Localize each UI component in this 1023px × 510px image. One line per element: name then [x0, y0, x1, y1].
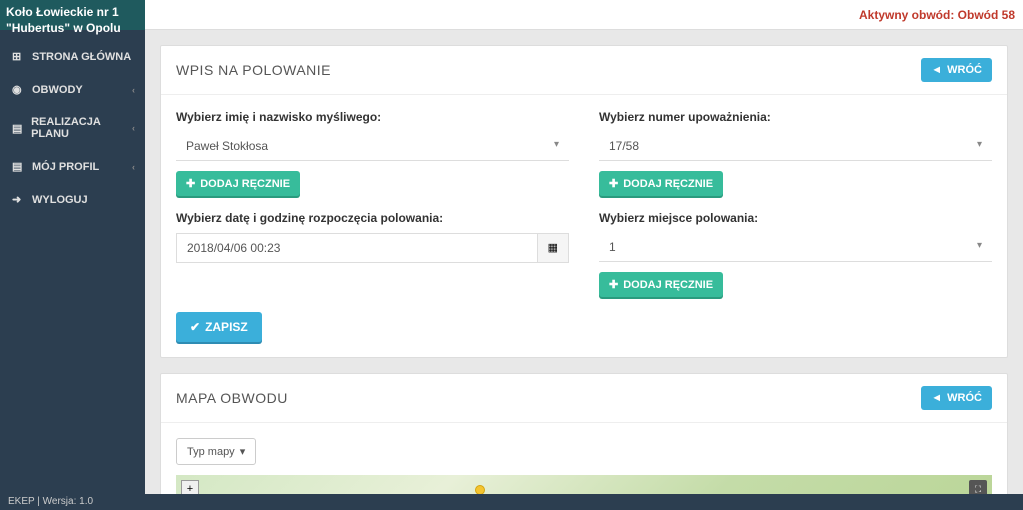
form-col-hunter: Wybierz imię i nazwisko myśliwego: Paweł… [176, 110, 569, 196]
globe-icon: ◉ [12, 83, 24, 96]
hunter-select-wrapper: Paweł Stokłosa [176, 132, 569, 161]
date-input[interactable] [176, 233, 537, 263]
footer-text: EKEP | Wersja: 1.0 [8, 496, 93, 507]
panel-header: WPIS NA POLOWANIE ◄ WRÓĆ [161, 46, 1007, 95]
logout-icon: ➜ [12, 193, 24, 206]
map-type-button[interactable]: Typ mapy ▾ [176, 438, 256, 465]
plus-icon: ✚ [609, 278, 618, 291]
file-icon: ▤ [12, 122, 23, 135]
form-col-place: Wybierz miejsce polowania: 1 ✚ DODAJ RĘC… [599, 211, 992, 297]
calendar-icon: ▦ [548, 242, 558, 254]
add-place-button[interactable]: ✚ DODAJ RĘCZNIE [599, 272, 723, 297]
panel-wpis: WPIS NA POLOWANIE ◄ WRÓĆ Wybierz imię i … [160, 45, 1008, 358]
sidebar-item-profil[interactable]: ▤ MÓJ PROFIL ‹ [0, 150, 145, 183]
file-icon: ▤ [12, 160, 24, 173]
chevron-left-icon: ‹ [132, 123, 135, 133]
sidebar: Koło Łowieckie nr 1 "Hubertus" w Opolu ⊞… [0, 0, 145, 494]
form-row: Wybierz datę i godzinę rozpoczęcia polow… [176, 211, 992, 297]
zoom-in-button[interactable]: + [181, 480, 199, 494]
back-button[interactable]: ◄ WRÓĆ [921, 58, 992, 82]
calendar-button[interactable]: ▦ [537, 233, 569, 263]
sidebar-item-label: MÓJ PROFIL [32, 161, 99, 173]
form-row: Wybierz imię i nazwisko myśliwego: Paweł… [176, 110, 992, 196]
main-content: WPIS NA POLOWANIE ◄ WRÓĆ Wybierz imię i … [145, 30, 1023, 494]
map-zoom-controls: + − [181, 480, 199, 494]
active-district-status: Aktywny obwód: Obwód 58 [859, 8, 1015, 22]
sidebar-item-wyloguj[interactable]: ➜ WYLOGUJ [0, 183, 145, 216]
sidebar-item-label: STRONA GŁÓWNA [32, 51, 131, 63]
auth-label: Wybierz numer upoważnienia: [599, 110, 992, 124]
auth-select[interactable]: 17/58 [599, 132, 992, 161]
date-label: Wybierz datę i godzinę rozpoczęcia polow… [176, 211, 569, 225]
add-label: DODAJ RĘCZNIE [623, 178, 713, 190]
panel-body: Wybierz imię i nazwisko myśliwego: Paweł… [161, 95, 1007, 357]
add-auth-button[interactable]: ✚ DODAJ RĘCZNIE [599, 171, 723, 196]
panel-title: MAPA OBWODU [176, 390, 288, 406]
sidebar-item-label: REALIZACJA PLANU [31, 116, 133, 140]
back-label: WRÓĆ [947, 64, 982, 76]
place-select-wrapper: 1 [599, 233, 992, 262]
sidebar-item-label: OBWODY [32, 84, 83, 96]
auth-select-wrapper: 17/58 [599, 132, 992, 161]
chevron-left-icon: ‹ [132, 162, 135, 172]
footer: EKEP | Wersja: 1.0 [0, 494, 1023, 510]
sidebar-item-home[interactable]: ⊞ STRONA GŁÓWNA [0, 40, 145, 73]
topbar: Aktywny obwód: Obwód 58 [145, 0, 1023, 30]
hunter-select[interactable]: Paweł Stokłosa [176, 132, 569, 161]
header-line1: Koło Łowieckie nr 1 [6, 5, 139, 21]
panel-map: MAPA OBWODU ◄ WRÓĆ Typ mapy ▾ + − ⛶ [160, 373, 1008, 494]
panel-header: MAPA OBWODU ◄ WRÓĆ [161, 374, 1007, 423]
add-label: DODAJ RĘCZNIE [623, 279, 713, 291]
save-label: ZAPISZ [205, 320, 248, 334]
sidebar-item-realizacja[interactable]: ▤ REALIZACJA PLANU ‹ [0, 106, 145, 150]
header-line2: "Hubertus" w Opolu [6, 21, 139, 37]
hunter-label: Wybierz imię i nazwisko myśliwego: [176, 110, 569, 124]
back-button[interactable]: ◄ WRÓĆ [921, 386, 992, 410]
form-col-date: Wybierz datę i godzinę rozpoczęcia polow… [176, 211, 569, 297]
sidebar-item-obwody[interactable]: ◉ OBWODY ‹ [0, 73, 145, 106]
sidebar-nav: ⊞ STRONA GŁÓWNA ◉ OBWODY ‹ ▤ REALIZACJA … [0, 30, 145, 216]
plus-icon: ✚ [609, 177, 618, 190]
sidebar-item-label: WYLOGUJ [32, 194, 88, 206]
chevron-left-icon: ‹ [132, 85, 135, 95]
place-label: Wybierz miejsce polowania: [599, 211, 992, 225]
add-label: DODAJ RĘCZNIE [200, 178, 290, 190]
map-canvas[interactable]: + − ⛶ Buszyce Golczowice Skorogoszcz-Par… [176, 475, 992, 494]
dashboard-icon: ⊞ [12, 50, 24, 63]
map-type-label: Typ mapy [187, 446, 235, 458]
fullscreen-button[interactable]: ⛶ [969, 480, 987, 494]
panel-title: WPIS NA POLOWANIE [176, 62, 331, 78]
date-input-group: ▦ [176, 233, 569, 263]
form-col-auth: Wybierz numer upoważnienia: 17/58 ✚ DODA… [599, 110, 992, 196]
plus-icon: ✚ [186, 177, 195, 190]
panel-body: Typ mapy ▾ + − ⛶ Buszyce Golczowice Skor… [161, 423, 1007, 494]
place-select[interactable]: 1 [599, 233, 992, 262]
check-icon: ✔ [190, 320, 200, 334]
back-icon: ◄ [931, 392, 942, 404]
map-marker[interactable] [475, 485, 485, 494]
save-button[interactable]: ✔ ZAPISZ [176, 312, 262, 342]
sidebar-header: Koło Łowieckie nr 1 "Hubertus" w Opolu [0, 0, 145, 30]
caret-down-icon: ▾ [240, 445, 246, 458]
back-label: WRÓĆ [947, 392, 982, 404]
back-icon: ◄ [931, 64, 942, 76]
add-hunter-button[interactable]: ✚ DODAJ RĘCZNIE [176, 171, 300, 196]
